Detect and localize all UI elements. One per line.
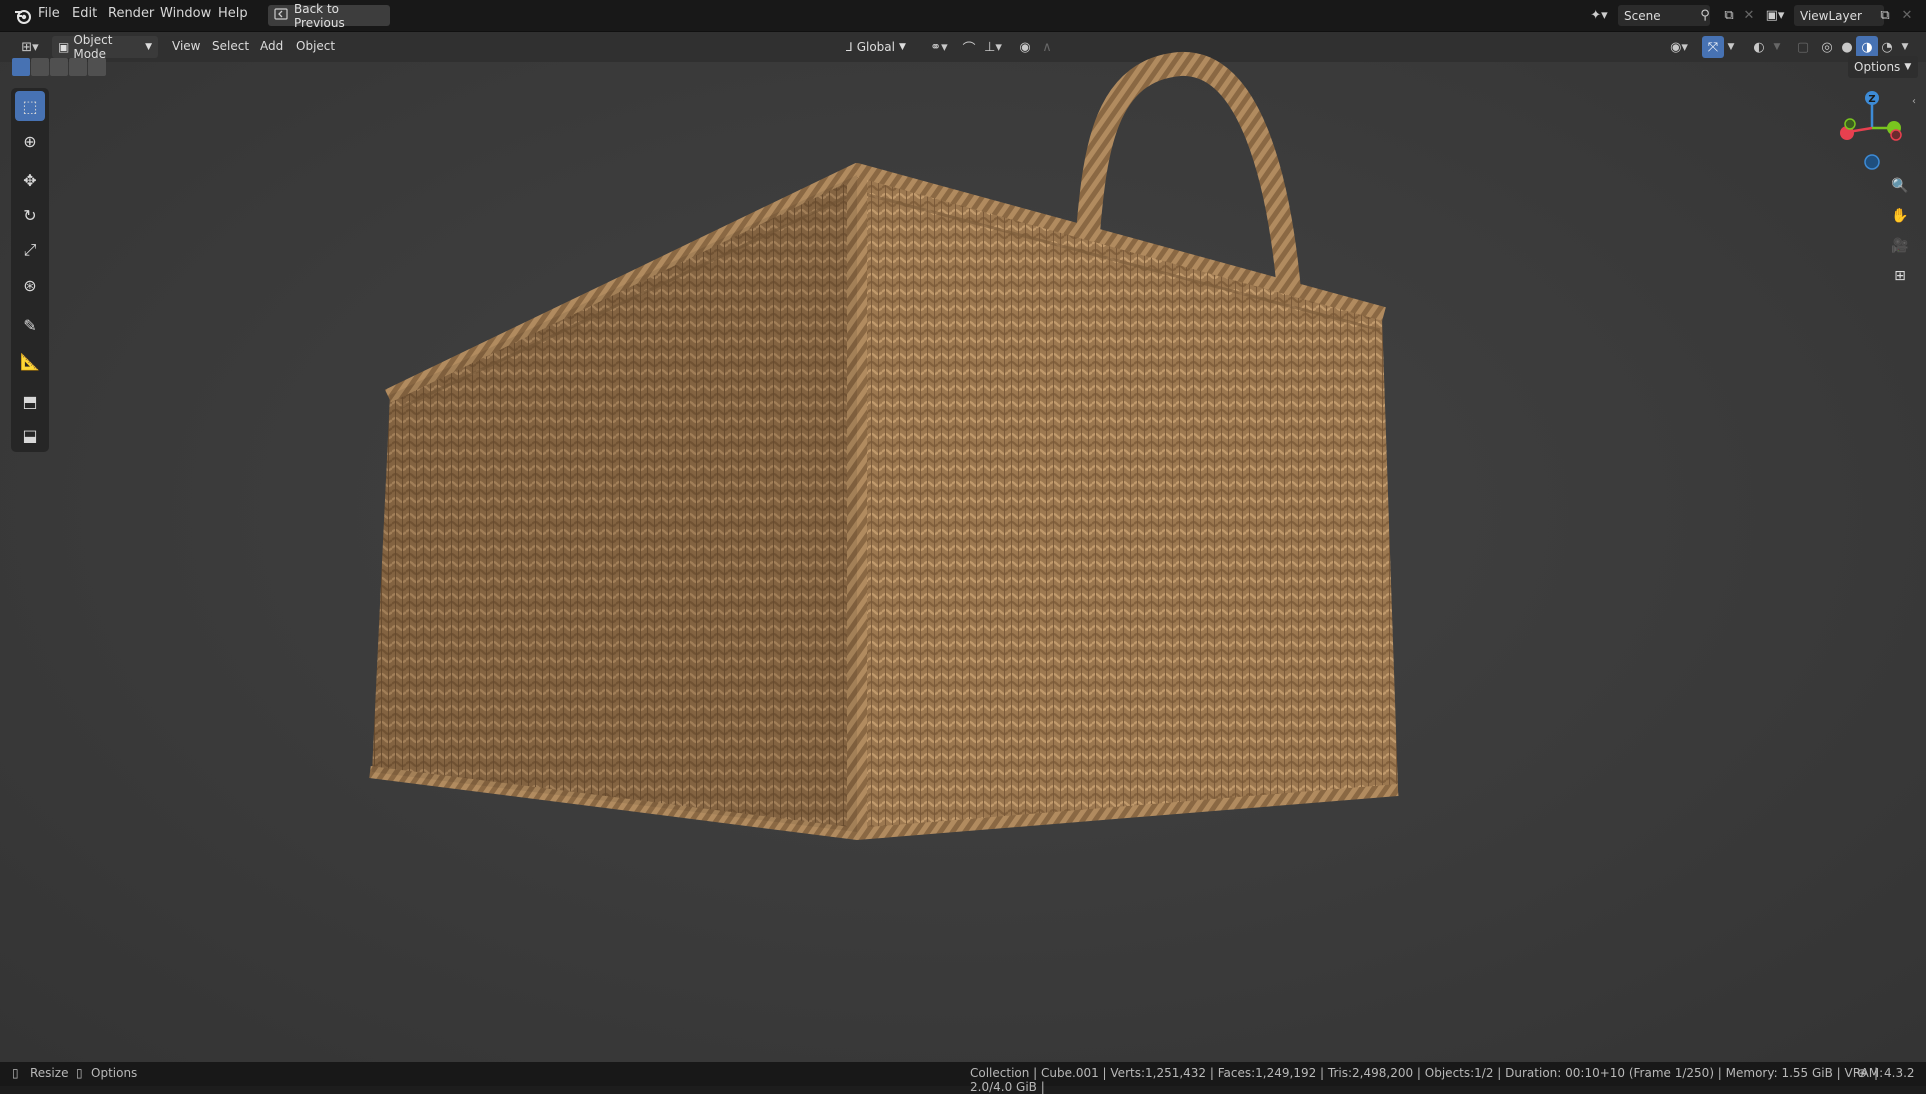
gizmo-neg-z-axis: [1864, 154, 1880, 170]
orientation-gizmo[interactable]: Z: [1834, 88, 1904, 174]
mouse-right-icon: ▯: [76, 1066, 83, 1080]
gizmo-neg-y-axis: [1844, 118, 1856, 130]
mouse-left-icon: ▯: [12, 1066, 19, 1080]
status-resize: Resize: [30, 1066, 69, 1080]
status-options: Options: [91, 1066, 138, 1080]
gizmo-neg-x-axis: [1890, 129, 1902, 141]
sidebar-toggle-icon[interactable]: ‹: [1912, 96, 1916, 107]
camera-view-icon[interactable]: 🎥: [1888, 234, 1912, 258]
blender-version: 4.3.2: [1884, 1066, 1915, 1080]
zoom-icon[interactable]: 🔍: [1888, 174, 1912, 198]
scene-statistics: Collection | Cube.001 | Verts:1,251,432 …: [970, 1066, 1884, 1094]
version-separator: |: [1874, 1066, 1879, 1080]
grid-ortho-icon[interactable]: ⊞: [1888, 264, 1912, 288]
gizmo-z-label: Z: [1868, 94, 1875, 105]
network-icon: ⊕: [1857, 1066, 1868, 1080]
wicker-basket-model[interactable]: [0, 0, 1926, 1086]
pan-hand-icon[interactable]: ✋: [1888, 204, 1912, 228]
